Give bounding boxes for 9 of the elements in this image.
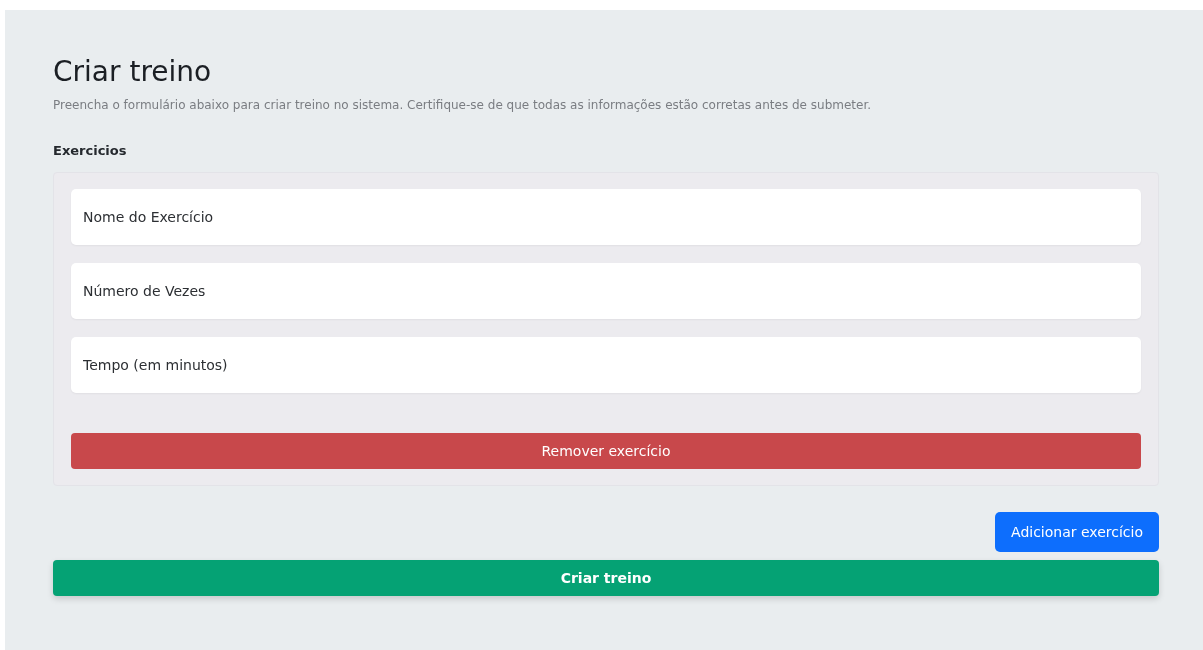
add-exercise-button[interactable]: Adicionar exercício (995, 512, 1159, 552)
remove-exercise-button[interactable]: Remover exercício (71, 433, 1141, 469)
input-field[interactable]: Número de Vezes (71, 263, 1141, 319)
input-field[interactable]: Tempo (em minutos) (71, 337, 1141, 393)
create-workout-button[interactable]: Criar treino (53, 560, 1159, 596)
section-label: Exercicios (53, 142, 128, 160)
form-description: Preencha o formulário abaixo para criar treino no sistema. Certifique-se de que todas as informações estão corretas antes de submeter. (53, 97, 873, 114)
input-field[interactable]: Nome do Exercício (71, 189, 1141, 245)
page-title: Criar treino (53, 54, 213, 90)
